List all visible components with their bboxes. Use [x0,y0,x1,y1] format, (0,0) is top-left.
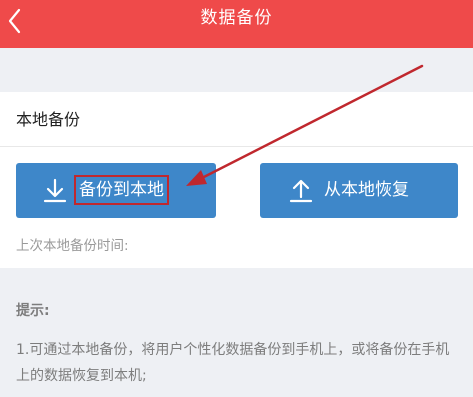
last-backup-time: 上次本地备份时间: [16,238,129,254]
restore-button-label: 从本地恢复 [324,180,409,200]
local-backup-card: 本地备份 备份到本地 从本地恢复 上次本地备份时间: [0,92,473,268]
tips-title: 提示: [16,303,50,319]
upload-icon [289,179,313,203]
section-title: 本地备份 [16,110,81,129]
download-icon [43,178,67,203]
tips-text: 1.可通过本地备份，将用户个性化数据备份到手机上，或将备份在手机上的数据恢复到本… [16,342,450,384]
page-title: 数据备份 [200,8,273,28]
restore-from-local-button[interactable]: 从本地恢复 [260,163,458,218]
tips-section: 提示: 1.可通过本地备份，将用户个性化数据备份到手机上，或将备份在手机上的数据… [16,300,456,389]
top-bar: 数据备份 [0,0,473,48]
divider [0,146,473,147]
backup-to-local-button[interactable]: 备份到本地 [16,163,216,218]
backup-button-label: 备份到本地 [74,175,169,205]
